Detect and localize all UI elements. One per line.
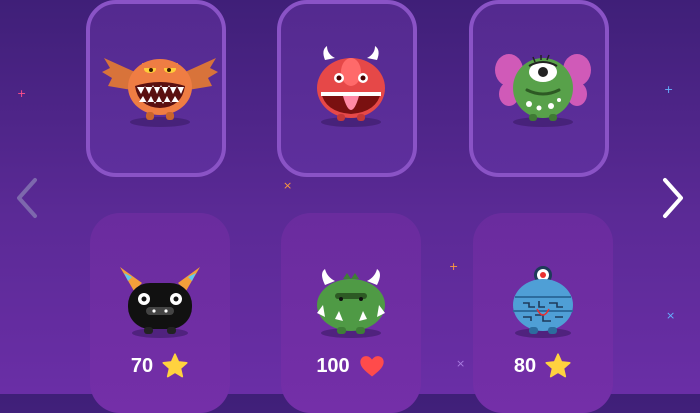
next-page-button[interactable] [657, 176, 687, 220]
blue-robot-monster [513, 266, 573, 338]
chevron-left-icon [17, 178, 37, 218]
sparkle-cross-icon: × [283, 179, 293, 192]
monster-card-red-horned[interactable] [277, 0, 417, 177]
monster-card-black-horned[interactable]: 70 [90, 213, 230, 413]
sparkle-cross-icon: × [456, 357, 466, 370]
price-value: 100 [316, 354, 350, 377]
sparkle-plus-icon: + [449, 260, 459, 273]
star-icon [545, 353, 571, 378]
monster-card-green-cyclops[interactable] [469, 0, 609, 177]
price-tag: 80 [473, 352, 613, 380]
heart-icon [360, 356, 384, 377]
monster-card-orange-bat[interactable] [86, 0, 226, 177]
orange-bat-monster [102, 58, 218, 127]
price-tag: 70 [90, 352, 230, 380]
sparkle-plus-icon: + [17, 87, 27, 100]
price-value: 70 [130, 354, 154, 377]
price-tag: 100 [281, 352, 421, 380]
sparkle-cross-icon: × [666, 309, 676, 322]
sparkle-plus-icon: + [664, 83, 674, 96]
black-horned-monster [120, 267, 200, 338]
green-spiky-monster [317, 269, 385, 338]
chevron-right-icon [663, 178, 683, 218]
price-value: 80 [513, 354, 537, 377]
green-cyclops-monster [495, 54, 591, 127]
monster-card-blue-robot[interactable]: 80 [473, 213, 613, 413]
monster-card-green-spiky[interactable]: 100 [281, 213, 421, 413]
red-horned-monster [317, 46, 385, 127]
previous-page-button[interactable] [13, 176, 43, 220]
star-icon [162, 353, 188, 378]
